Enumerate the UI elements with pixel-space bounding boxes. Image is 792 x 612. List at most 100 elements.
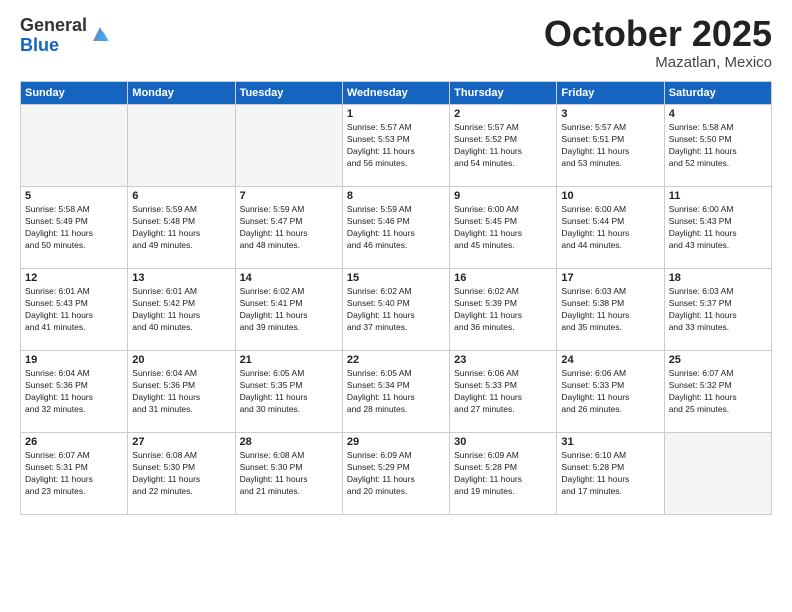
calendar-cell — [21, 105, 128, 187]
calendar-cell: 2 Sunrise: 5:57 AM Sunset: 5:52 PM Daylig… — [450, 105, 557, 187]
cell-details: Sunrise: 6:05 AM Sunset: 5:34 PM Dayligh… — [347, 368, 445, 416]
cell-details: Sunrise: 6:10 AM Sunset: 5:28 PM Dayligh… — [561, 450, 659, 498]
calendar-week-row: 19 Sunrise: 6:04 AM Sunset: 5:36 PM Dayli… — [21, 351, 772, 433]
calendar-header-row: Sunday Monday Tuesday Wednesday Thursday… — [21, 82, 772, 105]
cell-details: Sunrise: 6:06 AM Sunset: 5:33 PM Dayligh… — [454, 368, 552, 416]
day-number: 11 — [669, 190, 767, 202]
day-number: 4 — [669, 108, 767, 120]
calendar-cell: 29Sunrise: 6:09 AM Sunset: 5:29 PM Dayli… — [342, 433, 449, 515]
col-tuesday: Tuesday — [235, 82, 342, 105]
cell-details: Sunrise: 5:59 AM Sunset: 5:46 PM Dayligh… — [347, 204, 445, 252]
day-number: 21 — [240, 354, 338, 366]
calendar-cell: 17 Sunrise: 6:03 AM Sunset: 5:38 PM Dayli… — [557, 269, 664, 351]
calendar-cell: 9 Sunrise: 6:00 AM Sunset: 5:45 PM Daylig… — [450, 187, 557, 269]
day-number: 25 — [669, 354, 767, 366]
calendar-cell — [235, 105, 342, 187]
day-number: 7 — [240, 190, 338, 202]
calendar-cell: 23 Sunrise: 6:06 AM Sunset: 5:33 PM Dayli… — [450, 351, 557, 433]
col-sunday: Sunday — [21, 82, 128, 105]
cell-details: Sunrise: 5:57 AM Sunset: 5:51 PM Dayligh… — [561, 122, 659, 170]
calendar-cell: 16 Sunrise: 6:02 AM Sunset: 5:39 PM Dayli… — [450, 269, 557, 351]
calendar-cell: 21 Sunrise: 6:05 AM Sunset: 5:35 PM Dayli… — [235, 351, 342, 433]
cell-details: Sunrise: 5:57 AM Sunset: 5:53 PM Dayligh… — [347, 122, 445, 170]
col-saturday: Saturday — [664, 82, 771, 105]
cell-details: Sunrise: 6:03 AM Sunset: 5:38 PM Dayligh… — [561, 286, 659, 334]
calendar-cell: 18 Sunrise: 6:03 AM Sunset: 5:37 PM Dayli… — [664, 269, 771, 351]
cell-details: Sunrise: 6:01 AM Sunset: 5:43 PM Dayligh… — [25, 286, 123, 334]
calendar-cell: 19 Sunrise: 6:04 AM Sunset: 5:36 PM Dayli… — [21, 351, 128, 433]
col-monday: Monday — [128, 82, 235, 105]
cell-details: Sunrise: 6:00 AM Sunset: 5:44 PM Dayligh… — [561, 204, 659, 252]
day-number: 9 — [454, 190, 552, 202]
calendar-cell: 3Sunrise: 5:57 AM Sunset: 5:51 PM Daylig… — [557, 105, 664, 187]
day-number: 10 — [561, 190, 659, 202]
cell-details: Sunrise: 6:04 AM Sunset: 5:36 PM Dayligh… — [132, 368, 230, 416]
calendar-cell: 13Sunrise: 6:01 AM Sunset: 5:42 PM Dayli… — [128, 269, 235, 351]
calendar-cell: 25 Sunrise: 6:07 AM Sunset: 5:32 PM Dayli… — [664, 351, 771, 433]
cell-details: Sunrise: 6:00 AM Sunset: 5:43 PM Dayligh… — [669, 204, 767, 252]
logo-block: General Blue — [20, 16, 111, 56]
cell-details: Sunrise: 6:03 AM Sunset: 5:37 PM Dayligh… — [669, 286, 767, 334]
day-number: 16 — [454, 272, 552, 284]
day-number: 22 — [347, 354, 445, 366]
calendar-cell: 6Sunrise: 5:59 AM Sunset: 5:48 PM Daylig… — [128, 187, 235, 269]
cell-details: Sunrise: 5:59 AM Sunset: 5:48 PM Dayligh… — [132, 204, 230, 252]
day-number: 12 — [25, 272, 123, 284]
calendar-week-row: 5Sunrise: 5:58 AM Sunset: 5:49 PM Daylig… — [21, 187, 772, 269]
day-number: 23 — [454, 354, 552, 366]
cell-details: Sunrise: 6:04 AM Sunset: 5:36 PM Dayligh… — [25, 368, 123, 416]
cell-details: Sunrise: 6:08 AM Sunset: 5:30 PM Dayligh… — [240, 450, 338, 498]
cell-details: Sunrise: 6:07 AM Sunset: 5:32 PM Dayligh… — [669, 368, 767, 416]
calendar-cell: 30Sunrise: 6:09 AM Sunset: 5:28 PM Dayli… — [450, 433, 557, 515]
calendar-cell: 20 Sunrise: 6:04 AM Sunset: 5:36 PM Dayli… — [128, 351, 235, 433]
calendar-cell: 15Sunrise: 6:02 AM Sunset: 5:40 PM Dayli… — [342, 269, 449, 351]
cell-details: Sunrise: 6:06 AM Sunset: 5:33 PM Dayligh… — [561, 368, 659, 416]
day-number: 2 — [454, 108, 552, 120]
logo-icon — [89, 23, 111, 45]
calendar-cell: 11 Sunrise: 6:00 AM Sunset: 5:43 PM Dayli… — [664, 187, 771, 269]
calendar-cell: 27 Sunrise: 6:08 AM Sunset: 5:30 PM Dayli… — [128, 433, 235, 515]
calendar-cell: 26Sunrise: 6:07 AM Sunset: 5:31 PM Dayli… — [21, 433, 128, 515]
cell-details: Sunrise: 6:00 AM Sunset: 5:45 PM Dayligh… — [454, 204, 552, 252]
calendar-cell: 24 Sunrise: 6:06 AM Sunset: 5:33 PM Dayli… — [557, 351, 664, 433]
cell-details: Sunrise: 5:57 AM Sunset: 5:52 PM Dayligh… — [454, 122, 552, 170]
location-subtitle: Mazatlan, Mexico — [544, 54, 772, 71]
page: General Blue October 2025 Mazatlan, Mexi… — [0, 0, 792, 612]
day-number: 27 — [132, 436, 230, 448]
cell-details: Sunrise: 6:08 AM Sunset: 5:30 PM Dayligh… — [132, 450, 230, 498]
calendar-cell: 7 Sunrise: 5:59 AM Sunset: 5:47 PM Daylig… — [235, 187, 342, 269]
cell-details: Sunrise: 6:02 AM Sunset: 5:39 PM Dayligh… — [454, 286, 552, 334]
calendar-week-row: 12 Sunrise: 6:01 AM Sunset: 5:43 PM Dayli… — [21, 269, 772, 351]
title-block: October 2025 Mazatlan, Mexico — [544, 16, 772, 71]
logo: General Blue — [20, 16, 111, 56]
cell-details: Sunrise: 6:09 AM Sunset: 5:29 PM Dayligh… — [347, 450, 445, 498]
cell-details: Sunrise: 5:59 AM Sunset: 5:47 PM Dayligh… — [240, 204, 338, 252]
month-title: October 2025 — [544, 16, 772, 52]
cell-details: Sunrise: 6:05 AM Sunset: 5:35 PM Dayligh… — [240, 368, 338, 416]
day-number: 24 — [561, 354, 659, 366]
calendar-cell: 1 Sunrise: 5:57 AM Sunset: 5:53 PM Daylig… — [342, 105, 449, 187]
calendar-cell — [664, 433, 771, 515]
calendar-cell: 8Sunrise: 5:59 AM Sunset: 5:46 PM Daylig… — [342, 187, 449, 269]
cell-details: Sunrise: 6:01 AM Sunset: 5:42 PM Dayligh… — [132, 286, 230, 334]
calendar-cell: 28 Sunrise: 6:08 AM Sunset: 5:30 PM Dayli… — [235, 433, 342, 515]
header: General Blue October 2025 Mazatlan, Mexi… — [20, 16, 772, 71]
col-thursday: Thursday — [450, 82, 557, 105]
day-number: 19 — [25, 354, 123, 366]
logo-blue: Blue — [20, 35, 59, 55]
day-number: 28 — [240, 436, 338, 448]
logo-general: General — [20, 15, 87, 35]
calendar-week-row: 26Sunrise: 6:07 AM Sunset: 5:31 PM Dayli… — [21, 433, 772, 515]
cell-details: Sunrise: 5:58 AM Sunset: 5:50 PM Dayligh… — [669, 122, 767, 170]
day-number: 31 — [561, 436, 659, 448]
day-number: 15 — [347, 272, 445, 284]
calendar-cell — [128, 105, 235, 187]
day-number: 1 — [347, 108, 445, 120]
calendar-cell: 4 Sunrise: 5:58 AM Sunset: 5:50 PM Daylig… — [664, 105, 771, 187]
day-number: 26 — [25, 436, 123, 448]
calendar-cell: 31 Sunrise: 6:10 AM Sunset: 5:28 PM Dayli… — [557, 433, 664, 515]
day-number: 18 — [669, 272, 767, 284]
day-number: 14 — [240, 272, 338, 284]
day-number: 17 — [561, 272, 659, 284]
day-number: 20 — [132, 354, 230, 366]
